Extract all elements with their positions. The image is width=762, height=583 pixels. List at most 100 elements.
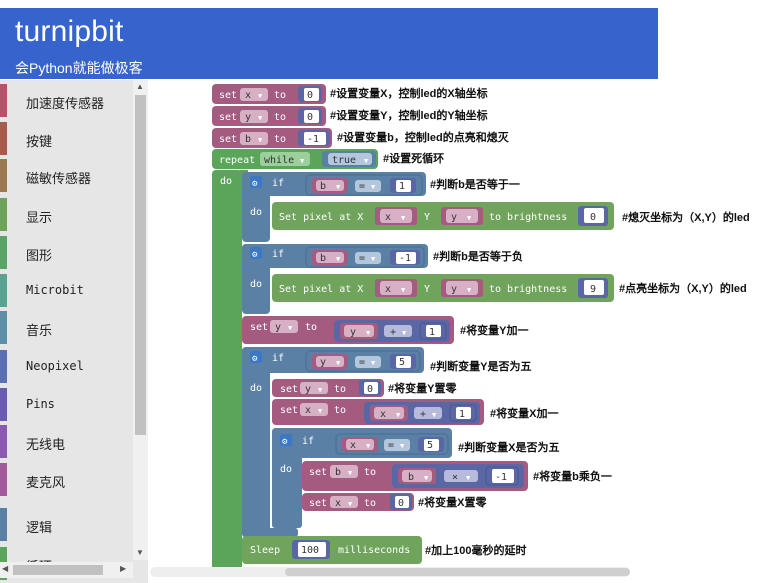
kw-if: if xyxy=(302,436,314,447)
operator-dropdown[interactable] xyxy=(384,325,412,337)
var-name: b xyxy=(245,134,251,145)
comment-text: #将变量b乘负一 xyxy=(533,469,612,483)
number-value: -1 xyxy=(307,134,319,145)
operator: = xyxy=(359,253,365,264)
var-name: b xyxy=(320,253,326,264)
workspace-horizontal-scrollbar[interactable] xyxy=(150,567,630,577)
comment-text: #设置变量X，控制led的X轴坐标 xyxy=(330,86,488,100)
kw-if: if xyxy=(272,249,284,260)
blocks-canvas: set x ▼ to 0 #设置变量X，控制led的X轴坐标 set y ▼ t… xyxy=(212,84,750,576)
comment-text: #设置死循环 xyxy=(383,151,444,165)
brightness-label: to brightness xyxy=(489,284,567,295)
number-value: 9 xyxy=(590,284,596,295)
comment-text: #判断b是否等于负 xyxy=(433,249,523,263)
pixel-label: Set pixel at X xyxy=(279,284,363,295)
kw-sleep: Sleep xyxy=(250,545,280,556)
comment-text: #将变量X置零 xyxy=(418,495,487,509)
gear-glyph: ⚙ xyxy=(251,179,258,189)
if-block-3-bottom xyxy=(242,528,298,537)
var-name: b xyxy=(320,181,326,192)
number-value: 0 xyxy=(590,212,596,223)
kw-do: do xyxy=(250,207,262,218)
set-y-block[interactable]: set y ▼ to 0 #设置变量Y，控制led的Y轴坐标 xyxy=(212,106,488,126)
kw-set: set xyxy=(219,112,237,123)
app-window: turnipbit 会Python就能做极客 加速度传感器 按键 磁敏传感器 显… xyxy=(0,0,762,583)
kw-to: to xyxy=(274,134,286,145)
var-name: x xyxy=(305,405,311,416)
comment-text: #判断变量Y是否为五 xyxy=(430,359,531,373)
scrollbar-thumb[interactable] xyxy=(285,568,630,576)
set-x-increment-block[interactable]: set x ▼ to x ▼ + ▼ 1 #将变量X加一 xyxy=(272,399,558,425)
comment-text: #将变量Y置零 xyxy=(388,381,457,395)
operator: × xyxy=(452,472,458,483)
kw-to: to xyxy=(334,405,346,416)
kw-set: set xyxy=(280,384,298,395)
brightness-label: to brightness xyxy=(489,212,567,223)
comment-text: #判断变量X是否为五 xyxy=(458,440,559,454)
operator: + xyxy=(390,327,396,338)
var-name: b xyxy=(335,467,341,478)
set-pixel-block-2[interactable]: Set pixel at X x ▼ Y y ▼ to brightness 9… xyxy=(272,274,747,302)
var-name: y xyxy=(451,284,457,295)
set-y-increment-block[interactable]: set y ▼ to y ▼ + ▼ 1 #将变量Y加一 xyxy=(242,316,528,344)
kw-to: to xyxy=(274,112,286,123)
kw-to: to xyxy=(274,90,286,101)
number-value: 0 xyxy=(307,90,313,101)
var-name: x xyxy=(335,498,341,509)
comment-text: #判断b是否等于一 xyxy=(430,177,520,191)
kw-set: set xyxy=(280,405,298,416)
operator: + xyxy=(420,409,426,420)
number-value: 5 xyxy=(427,440,433,451)
var-name: x xyxy=(380,409,386,420)
set-x-block[interactable]: set x ▼ to 0 #设置变量X，控制led的X轴坐标 xyxy=(212,84,488,104)
kw-to: to xyxy=(305,322,317,333)
kw-set: set xyxy=(219,134,237,145)
unit-label: milliseconds xyxy=(338,545,410,556)
comment-text: #加上100毫秒的延时 xyxy=(425,543,526,557)
number-value: 1 xyxy=(459,409,465,420)
set-b-negate-block[interactable]: set b ▼ to b ▼ × ▼ -1 #将变量b乘负一 xyxy=(302,461,612,491)
number-value: -1 xyxy=(399,253,411,264)
var-name: x xyxy=(385,284,391,295)
operator-dropdown[interactable] xyxy=(414,407,442,419)
number-value: 0 xyxy=(398,498,404,509)
operator-dropdown[interactable] xyxy=(444,470,478,482)
comment-text: #点亮坐标为（X,Y）的led xyxy=(619,281,747,295)
number-value: -1 xyxy=(495,472,507,483)
set-b-block[interactable]: set b ▼ to -1 #设置变量b，控制led的点亮和熄灭 xyxy=(212,128,510,148)
set-x-zero-block[interactable]: set x ▼ to 0 #将变量X置零 xyxy=(302,493,487,511)
kw-set: set xyxy=(250,322,268,333)
set-pixel-block-1[interactable]: Set pixel at X x ▼ Y y ▼ to brightness 0… xyxy=(272,202,750,230)
operator: = xyxy=(359,357,365,368)
bool-value: true xyxy=(332,155,356,166)
var-name: y xyxy=(275,322,281,333)
number-value: 1 xyxy=(429,327,435,338)
gear-glyph: ⚙ xyxy=(251,250,258,260)
kw-if: if xyxy=(272,178,284,189)
kw-repeat: repeat xyxy=(219,155,255,166)
kw-do: do xyxy=(250,279,262,290)
comment-text: #将变量Y加一 xyxy=(460,323,528,337)
gear-glyph: ⚙ xyxy=(281,437,288,447)
kw-to: to xyxy=(364,467,376,478)
set-y-zero-block[interactable]: set y ▼ to 0 #将变量Y置零 xyxy=(272,379,457,397)
var-name: y xyxy=(245,112,251,123)
number-value: 0 xyxy=(307,112,313,123)
var-name: x xyxy=(245,90,251,101)
number-value: 1 xyxy=(399,181,405,192)
sleep-block[interactable]: Sleep 100 milliseconds #加上100毫秒的延时 xyxy=(242,536,526,564)
comment-text: #设置变量b，控制led的点亮和熄灭 xyxy=(337,130,510,144)
number-value: 0 xyxy=(367,384,373,395)
mode-value: while xyxy=(264,155,294,166)
var-name: y xyxy=(305,384,311,395)
kw-set: set xyxy=(219,90,237,101)
repeat-block-spine xyxy=(212,170,242,575)
y-label: Y xyxy=(424,284,430,295)
kw-set: set xyxy=(309,467,327,478)
kw-if: if xyxy=(272,353,284,364)
var-name: b xyxy=(408,472,414,483)
kw-set: set xyxy=(309,498,327,509)
gear-glyph: ⚙ xyxy=(251,354,258,364)
kw-to: to xyxy=(334,384,346,395)
operator: = xyxy=(359,181,365,192)
